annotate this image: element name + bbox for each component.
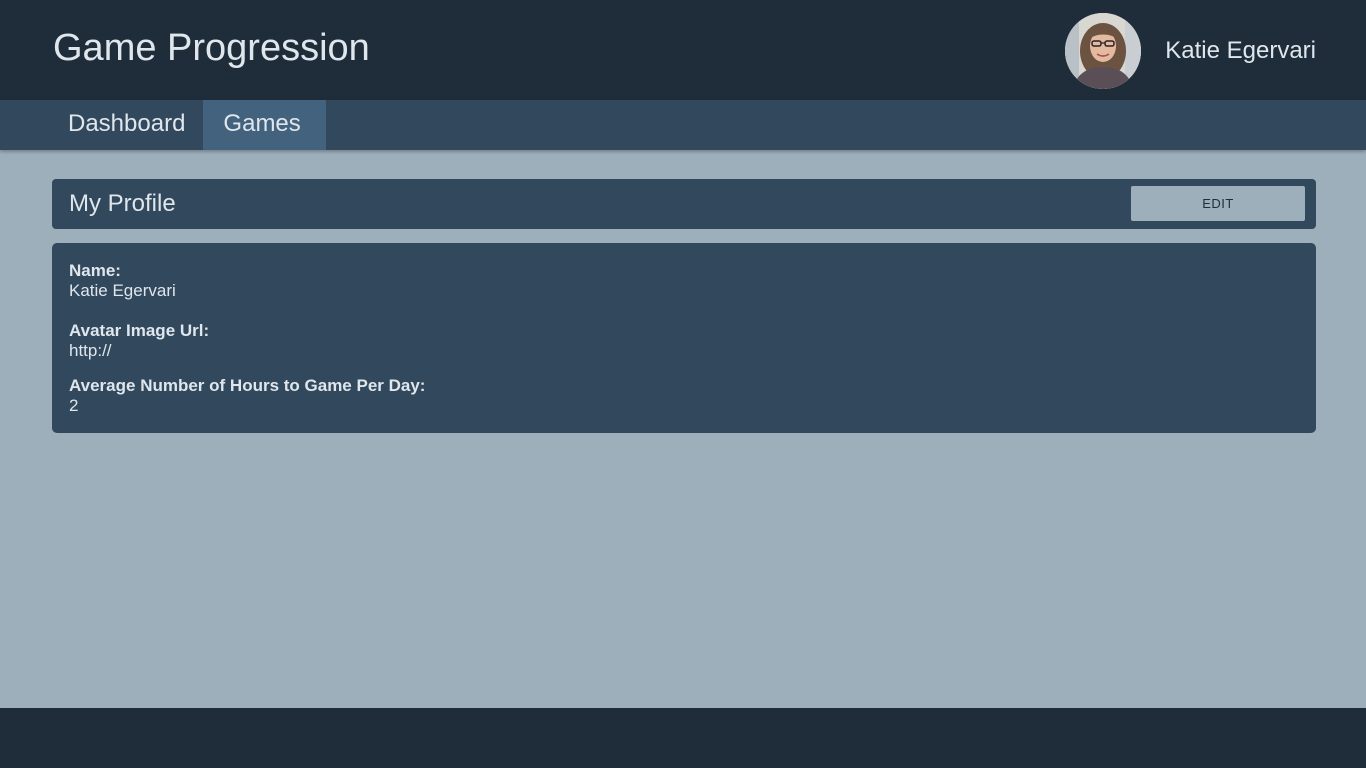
profile-title: My Profile <box>69 190 176 217</box>
profile-details-card: Name: Katie Egervari Avatar Image Url: h… <box>52 243 1316 433</box>
edit-button[interactable]: EDIT <box>1131 186 1305 221</box>
field-hours-per-day: Average Number of Hours to Game Per Day:… <box>69 376 425 416</box>
field-label: Average Number of Hours to Game Per Day: <box>69 376 426 395</box>
app-footer <box>0 708 1366 768</box>
avatar-portrait-image <box>1065 13 1142 89</box>
field-name: Name: Katie Egervari <box>69 261 176 301</box>
user-name: Katie Egervari <box>1165 37 1316 64</box>
field-label: Avatar Image Url: <box>69 321 210 340</box>
main-nav: Dashboard Games <box>0 100 1366 150</box>
profile-header: My Profile EDIT <box>52 179 1316 229</box>
field-value: 2 <box>69 396 79 415</box>
user-avatar[interactable] <box>1065 13 1142 89</box>
user-menu[interactable]: Katie Egervari <box>1065 13 1316 89</box>
app-title: Game Progression <box>53 27 370 69</box>
field-avatar-url: Avatar Image Url: http:// <box>69 321 209 361</box>
app-header: Game Progression Katie Egervari <box>0 0 1366 100</box>
tab-games[interactable]: Games <box>203 100 326 150</box>
field-label: Name: <box>69 261 121 280</box>
tab-dashboard[interactable]: Dashboard <box>50 100 203 150</box>
field-value: Katie Egervari <box>69 281 176 300</box>
field-value: http:// <box>69 341 112 360</box>
